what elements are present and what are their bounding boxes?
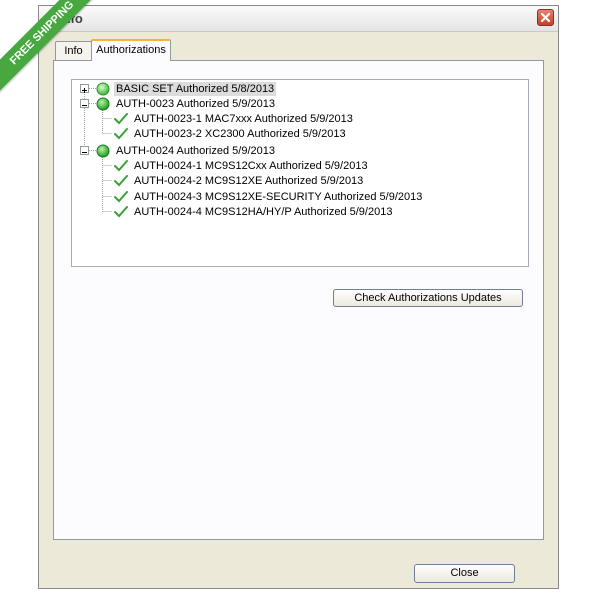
tree-node-auth-0024-1[interactable]: AUTH-0024-1 MC9S12Cxx Authorized 5/9/201… <box>72 159 528 173</box>
close-button[interactable]: Close <box>414 564 515 583</box>
tree-node-label: AUTH-0023-1 MAC7xxx Authorized 5/9/2013 <box>134 113 353 125</box>
checkmark-icon <box>114 160 128 172</box>
tree-node-auth-0023-2[interactable]: AUTH-0023-2 XC2300 Authorized 5/9/2013 <box>72 127 528 141</box>
checkmark-icon <box>114 175 128 187</box>
tree-node-label: BASIC SET Authorized 5/8/2013 <box>114 82 277 96</box>
collapse-icon[interactable] <box>80 99 89 108</box>
tree-node-label: AUTH-0024 Authorized 5/9/2013 <box>116 145 275 157</box>
checkmark-icon <box>114 128 128 140</box>
green-circle-icon <box>96 82 110 96</box>
checkmark-icon <box>114 206 128 218</box>
tree-node-basic-set[interactable]: BASIC SET Authorized 5/8/2013 <box>72 82 528 96</box>
green-sphere-icon <box>96 97 110 111</box>
tree-node-auth-0024[interactable]: AUTH-0024 Authorized 5/9/2013 <box>72 144 528 158</box>
tree-node-label: AUTH-0024-2 MC9S12XE Authorized 5/9/2013 <box>134 175 364 187</box>
tree-node-label: AUTH-0023 Authorized 5/9/2013 <box>116 98 275 110</box>
collapse-icon[interactable] <box>80 146 89 155</box>
tab-authorizations[interactable]: Authorizations <box>91 39 171 61</box>
authorizations-tree[interactable]: BASIC SET Authorized 5/8/2013 AUTH-0023 … <box>71 79 529 267</box>
tree-node-auth-0024-3[interactable]: AUTH-0024-3 MC9S12XE-SECURITY Authorized… <box>72 190 528 204</box>
tree-node-auth-0024-4[interactable]: AUTH-0024-4 MC9S12HA/HY/P Authorized 5/9… <box>72 205 528 219</box>
check-authorizations-updates-button[interactable]: Check Authorizations Updates <box>333 289 523 307</box>
tab-info[interactable]: Info <box>55 41 92 60</box>
tree-node-label: AUTH-0024-1 MC9S12Cxx Authorized 5/9/201… <box>134 160 368 172</box>
tree-node-label: AUTH-0023-2 XC2300 Authorized 5/9/2013 <box>134 128 346 140</box>
tree-node-auth-0023[interactable]: AUTH-0023 Authorized 5/9/2013 <box>72 97 528 111</box>
tree-node-auth-0024-2[interactable]: AUTH-0024-2 MC9S12XE Authorized 5/9/2013 <box>72 174 528 188</box>
info-dialog: Info Info Authorizations <box>38 5 559 589</box>
expand-icon[interactable] <box>80 84 89 93</box>
tree-node-label: AUTH-0024-3 MC9S12XE-SECURITY Authorized… <box>134 191 423 203</box>
authorizations-panel: BASIC SET Authorized 5/8/2013 AUTH-0023 … <box>53 60 544 540</box>
green-sphere-icon <box>96 144 110 158</box>
tree-node-auth-0023-1[interactable]: AUTH-0023-1 MAC7xxx Authorized 5/9/2013 <box>72 112 528 126</box>
tree-node-label: AUTH-0024-4 MC9S12HA/HY/P Authorized 5/9… <box>134 206 393 218</box>
close-window-button[interactable] <box>537 9 554 26</box>
close-icon <box>540 12 551 23</box>
checkmark-icon <box>114 191 128 203</box>
title-bar: Info <box>39 6 558 32</box>
checkmark-icon <box>114 113 128 125</box>
